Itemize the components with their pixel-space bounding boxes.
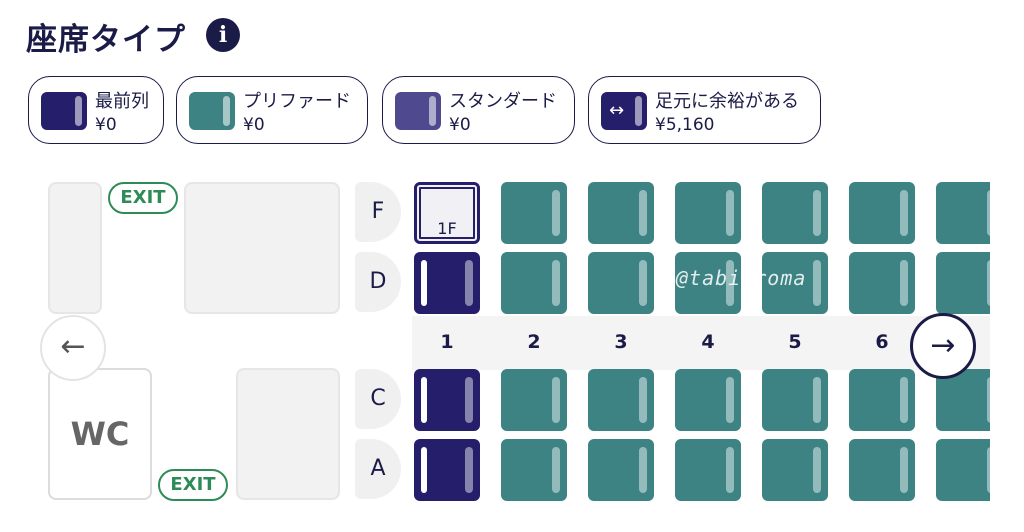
seat-4a[interactable] [675, 439, 741, 501]
seat-3d[interactable] [588, 252, 654, 314]
lavatory: WC [48, 368, 152, 500]
arrow-left-icon: ← [60, 329, 86, 364]
legend-label: プリファード [243, 91, 351, 112]
legend-item-front-row: 最前列 ¥0 [28, 76, 164, 144]
legend-label: 足元に余裕がある [655, 91, 799, 112]
galley-block [48, 182, 102, 314]
seat-label: 1F [437, 219, 457, 238]
legend-item-extra-legroom: ↔ 足元に余裕がある ¥5,160 [588, 76, 821, 144]
seat-2f[interactable] [501, 182, 567, 244]
column-number: 2 [527, 331, 541, 353]
extra-legroom-swatch-icon: ↔ [601, 92, 647, 130]
seat-6c[interactable] [849, 369, 915, 431]
galley-block [236, 368, 340, 500]
standard-swatch-icon [395, 92, 441, 130]
info-icon[interactable]: i [206, 18, 240, 52]
preferred-swatch-icon [189, 92, 235, 130]
seat-5c[interactable] [762, 369, 828, 431]
legend-item-preferred: プリファード ¥0 [176, 76, 368, 144]
seat-1d[interactable] [414, 252, 480, 314]
legend-label: 最前列 [95, 91, 149, 112]
galley-block [184, 182, 340, 314]
column-number: 6 [875, 331, 889, 353]
seat-3f[interactable] [588, 182, 654, 244]
legend-label: スタンダード [449, 91, 557, 112]
seat-3c[interactable] [588, 369, 654, 431]
arrow-right-icon: → [930, 328, 956, 363]
seat-5a[interactable] [762, 439, 828, 501]
row-label-c: C [355, 369, 401, 429]
seat-2a[interactable] [501, 439, 567, 501]
column-number: 5 [788, 331, 802, 353]
seat-5f[interactable] [762, 182, 828, 244]
seat-4f[interactable] [675, 182, 741, 244]
watermark: @tabi roma [676, 266, 807, 290]
seat-1f-selected[interactable]: 1F [414, 182, 480, 244]
column-number: 4 [701, 331, 715, 353]
scroll-right-button[interactable]: → [910, 313, 976, 379]
seat-1c[interactable] [414, 369, 480, 431]
legend-price: ¥0 [449, 115, 471, 135]
column-number: 1 [440, 331, 454, 353]
row-label-a: A [355, 439, 401, 499]
legend-price: ¥5,160 [655, 115, 715, 135]
front-row-swatch-icon [41, 92, 87, 130]
seat-4c[interactable] [675, 369, 741, 431]
row-label-d: D [355, 252, 401, 312]
seat-2d[interactable] [501, 252, 567, 314]
legend-price: ¥0 [243, 115, 265, 135]
legend-item-standard: スタンダード ¥0 [382, 76, 575, 144]
exit-sign: EXIT [108, 182, 178, 214]
row-label-f: F [355, 182, 401, 242]
seat-6f[interactable] [849, 182, 915, 244]
double-arrow-icon: ↔ [609, 100, 625, 121]
exit-sign: EXIT [158, 469, 228, 501]
scroll-edge [990, 170, 1024, 510]
scroll-left-button[interactable]: ← [40, 315, 106, 381]
seat-2c[interactable] [501, 369, 567, 431]
column-number: 3 [614, 331, 628, 353]
legend-price: ¥0 [95, 115, 117, 135]
seat-1a[interactable] [414, 439, 480, 501]
seat-6d[interactable] [849, 252, 915, 314]
seat-3a[interactable] [588, 439, 654, 501]
seat-6a[interactable] [849, 439, 915, 501]
page-title: 座席タイプ [26, 22, 186, 58]
